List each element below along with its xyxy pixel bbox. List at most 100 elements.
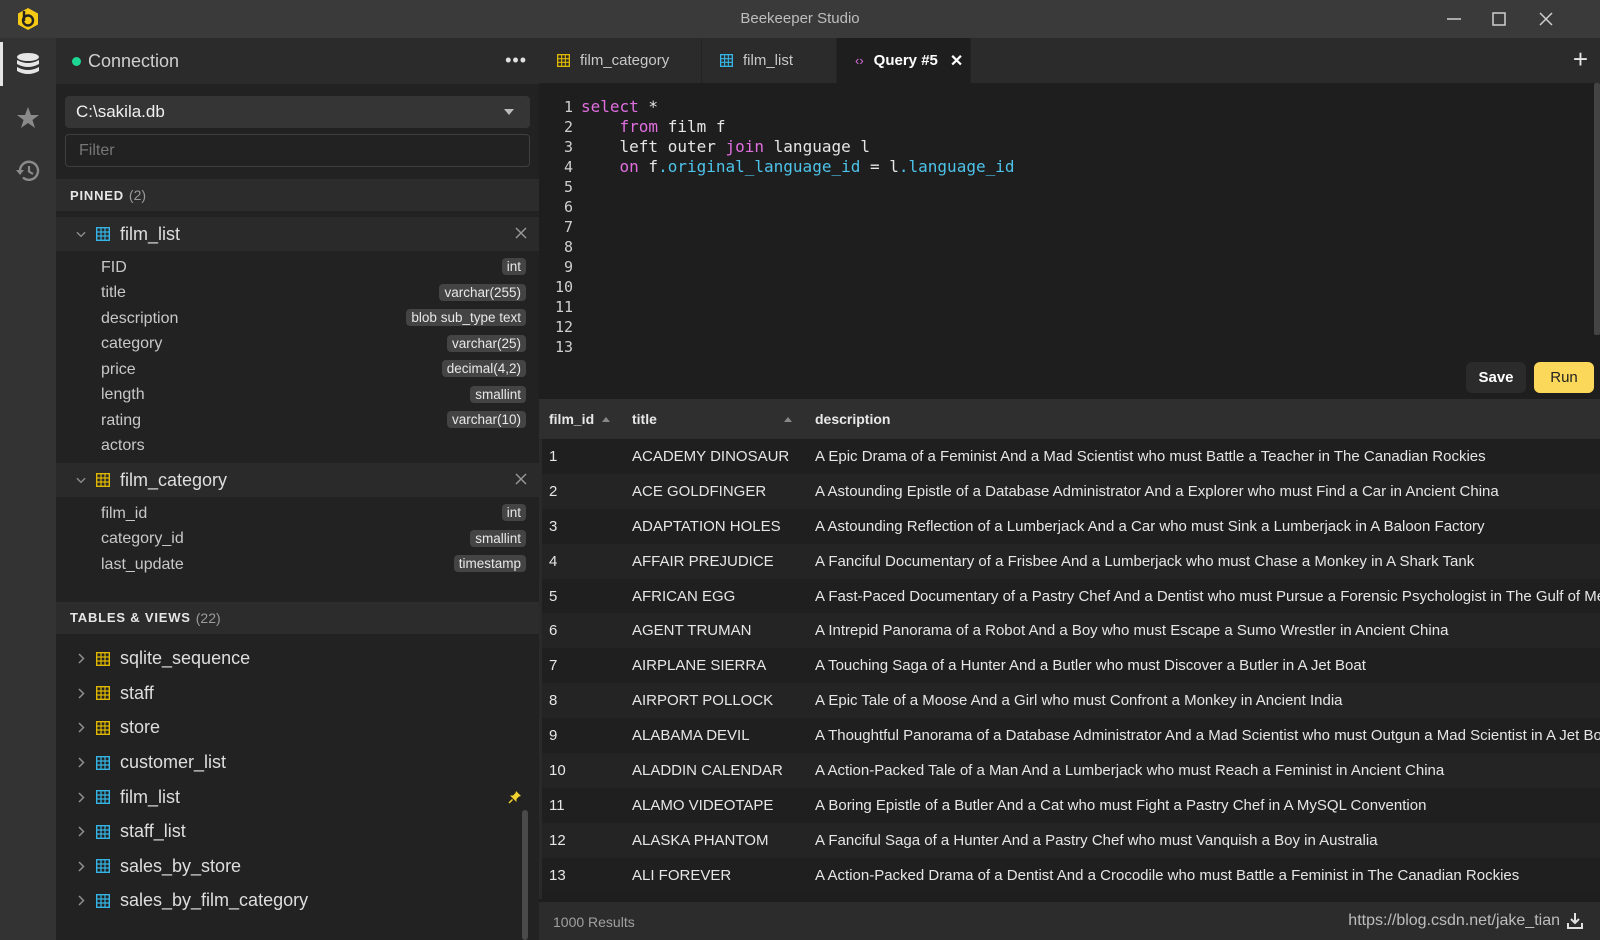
cell-description[interactable]: A Action-Packed Tale of a Man And a Lumb… [815, 762, 1444, 779]
cell-film-id[interactable]: 6 [549, 622, 557, 639]
column-item[interactable]: actors [56, 434, 539, 460]
table-row[interactable]: 3 ADAPTATION HOLES A Astounding Reflection… [539, 508, 1600, 544]
chevron-right-icon[interactable] [76, 895, 86, 906]
cell-film-id[interactable]: 5 [549, 588, 557, 605]
cell-title[interactable]: AFFAIR PREJUDICE [632, 553, 774, 570]
cell-film-id[interactable]: 11 [549, 797, 565, 814]
table-row[interactable]: 7 AIRPLANE SIERRA A Touching Saga of a Hun… [539, 648, 1600, 684]
column-item[interactable]: description blob sub_type text [56, 306, 539, 332]
cell-film-id[interactable]: 1 [549, 448, 557, 465]
cell-description[interactable]: A Fast-Paced Documentary of a Pastry Che… [815, 588, 1600, 605]
cell-title[interactable]: AIRPLANE SIERRA [632, 657, 766, 674]
table-row[interactable]: 4 AFFAIR PREJUDICE A Fanciful Documentary … [539, 543, 1600, 579]
cell-film-id[interactable]: 8 [549, 692, 557, 709]
chevron-right-icon[interactable] [76, 861, 86, 872]
column-item[interactable]: film_id int [56, 501, 539, 527]
cell-film-id[interactable]: 4 [549, 553, 557, 570]
cell-film-id[interactable]: 7 [549, 657, 557, 674]
sidebar-scrollbar[interactable] [522, 810, 528, 940]
download-icon[interactable] [1566, 912, 1584, 935]
cell-description[interactable]: A Astounding Reflection of a Lumberjack … [815, 518, 1485, 535]
chevron-right-icon[interactable] [76, 653, 86, 664]
table-item-sales-by-store[interactable]: sales_by_store [56, 849, 539, 884]
cell-title[interactable]: ALABAMA DEVIL [632, 727, 750, 744]
cell-title[interactable]: ALASKA PHANTOM [632, 832, 768, 849]
cell-description[interactable]: A Thoughtful Panorama of a Database Admi… [815, 727, 1600, 744]
column-item[interactable]: rating varchar(10) [56, 408, 539, 434]
column-header-description[interactable]: description [815, 399, 1015, 439]
table-row[interactable]: 8 AIRPORT POLLOCK A Epic Tale of a Moose A… [539, 683, 1600, 719]
cell-film-id[interactable]: 2 [549, 483, 557, 500]
table-row[interactable]: 2 ACE GOLDFINGER A Astounding Epistle of a… [539, 473, 1600, 509]
filter-input[interactable] [65, 134, 530, 167]
new-tab-button[interactable]: + [1573, 46, 1588, 72]
cell-title[interactable]: ACE GOLDFINGER [632, 483, 766, 500]
table-row[interactable]: 10 ALADDIN CALENDAR A Action-Packed Tale o… [539, 753, 1600, 788]
results-scrollbar[interactable] [539, 439, 542, 899]
table-row[interactable]: 1 ACADEMY DINOSAUR A Epic Drama of a Femin… [539, 439, 1600, 474]
pinned-table-film-list[interactable]: film_list [56, 217, 539, 251]
cell-title[interactable]: ACADEMY DINOSAUR [632, 448, 789, 465]
table-item-staff-list[interactable]: staff_list [56, 814, 539, 849]
editor-scrollbar[interactable] [1594, 83, 1600, 335]
cell-film-id[interactable]: 9 [549, 727, 557, 744]
cell-film-id[interactable]: 10 [549, 762, 566, 779]
column-item[interactable]: length smallint [56, 383, 539, 409]
sort-asc-icon[interactable] [602, 417, 610, 422]
column-item[interactable]: category_id smallint [56, 527, 539, 553]
minimize-button[interactable] [1439, 6, 1469, 32]
cell-title[interactable]: ADAPTATION HOLES [632, 518, 781, 535]
chevron-down-icon[interactable] [76, 475, 86, 485]
column-item[interactable]: category varchar(25) [56, 332, 539, 358]
cell-description[interactable]: A Fanciful Documentary of a Frisbee And … [815, 553, 1474, 570]
cell-description[interactable]: A Epic Drama of a Feminist And a Mad Sci… [815, 448, 1486, 465]
cell-description[interactable]: A Epic Tale of a Moose And a Girl who mu… [815, 692, 1343, 709]
close-window-button[interactable] [1531, 6, 1561, 32]
chevron-right-icon[interactable] [76, 688, 86, 699]
table-item-sales-by-film-category[interactable]: sales_by_film_category [56, 884, 539, 919]
cell-description[interactable]: A Touching Saga of a Hunter And a Butler… [815, 657, 1366, 674]
table-row[interactable]: 12 ALASKA PHANTOM A Fanciful Saga of a Hun… [539, 822, 1600, 858]
pinned-table-film-category[interactable]: film_category [56, 463, 539, 497]
cell-description[interactable]: A Boring Epistle of a Butler And a Cat w… [815, 797, 1426, 814]
rail-history-button[interactable] [0, 146, 56, 196]
table-row[interactable]: 6 AGENT TRUMAN A Intrepid Panorama of a Ro… [539, 613, 1600, 649]
cell-title[interactable]: AGENT TRUMAN [632, 622, 751, 639]
table-row[interactable]: 9 ALABAMA DEVIL A Thoughtful Panorama of a… [539, 718, 1600, 754]
cell-title[interactable]: ALAMO VIDEOTAPE [632, 797, 773, 814]
chevron-right-icon[interactable] [76, 722, 86, 734]
cell-title[interactable]: AFRICAN EGG [632, 588, 735, 605]
sort-asc-icon[interactable] [784, 417, 792, 422]
cell-description[interactable]: A Intrepid Panorama of a Robot And a Boy… [815, 622, 1448, 639]
cell-description[interactable]: A Fanciful Saga of a Hunter And a Pastry… [815, 832, 1378, 849]
column-item[interactable]: title varchar(255) [56, 281, 539, 307]
cell-film-id[interactable]: 13 [549, 867, 566, 884]
cell-description[interactable]: A Astounding Epistle of a Database Admin… [815, 483, 1499, 500]
query-editor[interactable]: 1 2 3 4 5 6 7 8 9 10 11 12 13 select * from film f l… [539, 83, 1600, 399]
cell-film-id[interactable]: 12 [549, 832, 566, 849]
table-item-staff[interactable]: staff [56, 676, 539, 711]
table-item-store[interactable]: store [56, 711, 539, 746]
chevron-right-icon[interactable] [76, 757, 86, 768]
column-item[interactable]: FID int [56, 255, 539, 281]
cell-title[interactable]: ALI FOREVER [632, 867, 731, 884]
maximize-button[interactable] [1484, 6, 1514, 32]
cell-description[interactable]: A Action-Packed Drama of a Dentist And a… [815, 867, 1519, 884]
tab-film-list[interactable]: film_list [702, 38, 837, 83]
table-row[interactable]: 11 ALAMO VIDEOTAPE A Boring Epistle of a B… [539, 787, 1600, 823]
table-item-sqlite-sequence[interactable]: sqlite_sequence [56, 642, 539, 677]
tables-views-section-header[interactable]: TABLES & VIEWS (22) [56, 601, 539, 634]
unpin-icon[interactable] [515, 226, 527, 244]
database-select[interactable]: C:\sakila.db [65, 96, 530, 128]
column-item[interactable]: price decimal(4,2) [56, 357, 539, 383]
table-row[interactable]: 13 ALI FOREVER A Action-Packed Drama of a … [539, 857, 1600, 893]
save-button[interactable]: Save [1466, 362, 1526, 393]
column-item[interactable]: last_update timestamp [56, 552, 539, 578]
chevron-down-icon[interactable] [76, 229, 86, 239]
run-button[interactable]: Run [1534, 362, 1594, 393]
close-tab-icon[interactable]: ✕ [950, 51, 963, 71]
rail-connection-button[interactable] [0, 39, 56, 89]
column-header-title[interactable]: title [632, 399, 792, 439]
cell-film-id[interactable]: 3 [549, 518, 557, 535]
unpin-icon[interactable] [515, 472, 527, 490]
